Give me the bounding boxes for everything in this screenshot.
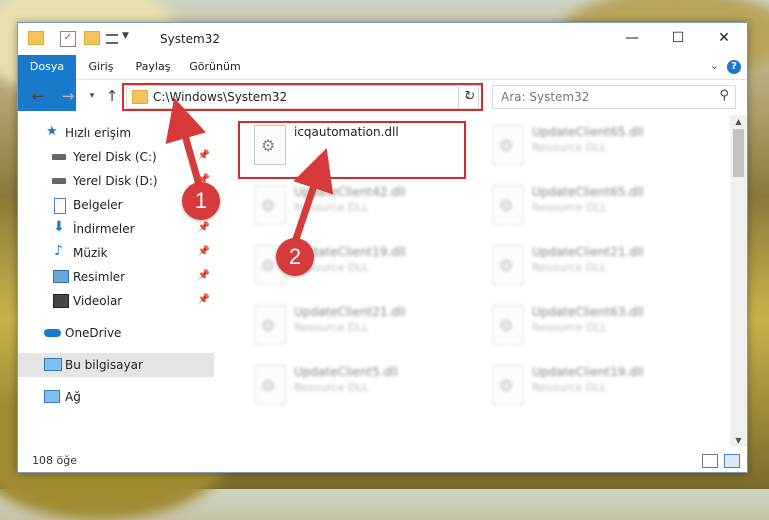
sidebar-item-videos[interactable]: Videolar 📌 <box>18 289 214 313</box>
item-count: 108 öğe <box>32 454 77 467</box>
drive-icon <box>52 178 66 184</box>
file-item[interactable]: UpdateClient42.dll Resource DLL <box>246 181 476 237</box>
chevron-down-icon[interactable]: ▼ <box>122 31 136 45</box>
file-item[interactable]: UpdateClient5.dll Resource DLL <box>246 361 476 417</box>
pin-icon[interactable]: 📌 <box>198 150 210 161</box>
dll-file-icon <box>254 305 286 345</box>
documents-icon <box>54 198 66 214</box>
forward-button[interactable]: → <box>58 86 78 106</box>
pin-icon[interactable]: 📌 <box>198 222 210 233</box>
search-input[interactable]: Ara: System32 ⚲ <box>492 85 736 109</box>
large-icons-view-icon[interactable] <box>724 454 740 468</box>
download-icon: ⬇ <box>53 219 65 235</box>
title-bar: ✓ ▼ System32 — ☐ ✕ <box>18 23 747 55</box>
dll-file-icon <box>492 245 524 285</box>
search-icon: ⚲ <box>719 88 729 103</box>
file-item[interactable]: UpdateClient21.dll Resource DLL <box>484 241 714 297</box>
file-item[interactable]: UpdateClient19.dll Resource DLL <box>484 361 714 417</box>
close-button[interactable]: ✕ <box>701 23 747 53</box>
tab-gorunum[interactable]: Görünüm <box>186 55 244 79</box>
tab-giris[interactable]: Giriş <box>82 55 120 79</box>
file-highlight-box <box>238 121 466 179</box>
dll-file-icon <box>254 185 286 225</box>
music-icon: ♪ <box>54 243 63 259</box>
dll-file-icon <box>492 185 524 225</box>
file-item[interactable]: UpdateClient65.dll Resource DLL <box>484 181 714 237</box>
address-highlight-box <box>122 83 483 111</box>
scroll-down-icon[interactable]: ▼ <box>730 436 747 445</box>
new-folder-icon[interactable] <box>84 31 100 45</box>
file-item[interactable]: UpdateClient21.dll Resource DLL <box>246 301 476 357</box>
properties-icon[interactable]: ✓ <box>60 31 76 47</box>
scrollbar-thumb[interactable] <box>733 129 744 177</box>
file-list: icqautomation.dll UpdateClient42.dll Res… <box>228 115 733 447</box>
pin-icon[interactable]: 📌 <box>198 294 210 305</box>
explorer-window: ✓ ▼ System32 — ☐ ✕ Dosya Giriş Paylaş Gö… <box>17 22 748 473</box>
network-icon <box>44 390 60 403</box>
pin-icon[interactable]: 📌 <box>198 246 210 257</box>
tab-paylas[interactable]: Paylaş <box>130 55 176 79</box>
dll-file-icon <box>492 125 524 165</box>
step-1-badge: 1 <box>182 182 220 220</box>
drive-icon <box>52 154 66 160</box>
help-icon[interactable]: ? <box>727 60 741 74</box>
computer-icon <box>44 358 62 371</box>
sidebar-item-onedrive[interactable]: OneDrive <box>18 321 214 345</box>
pin-icon[interactable]: 📌 <box>198 270 210 281</box>
dll-file-icon <box>254 365 286 405</box>
sidebar-item-disk-c[interactable]: Yerel Disk (C:) 📌 <box>18 145 214 169</box>
videos-icon <box>53 294 69 308</box>
sidebar-item-network[interactable]: Ağ <box>18 385 214 409</box>
sidebar-item-pictures[interactable]: Resimler 📌 <box>18 265 214 289</box>
pictures-icon <box>53 270 69 283</box>
search-placeholder: Ara: System32 <box>501 90 590 104</box>
status-bar: 108 öğe <box>18 448 747 472</box>
customize-toolbar-icon[interactable] <box>106 34 118 44</box>
navigation-pane: ★ Hızlı erişim Yerel Disk (C:) 📌 Yerel D… <box>18 115 214 445</box>
file-item[interactable]: UpdateClient63.dll Resource DLL <box>484 301 714 357</box>
sidebar-item-quick-access[interactable]: ★ Hızlı erişim <box>18 121 214 145</box>
folder-icon <box>28 31 44 45</box>
dll-file-icon <box>492 305 524 345</box>
star-icon: ★ <box>46 124 58 139</box>
minimize-button[interactable]: — <box>609 23 655 53</box>
vertical-scrollbar[interactable]: ▲ ▼ <box>730 115 747 447</box>
scroll-up-icon[interactable]: ▲ <box>730 117 747 126</box>
details-view-icon[interactable] <box>702 454 718 468</box>
ribbon-expand-icon[interactable]: ⌄ <box>710 59 719 72</box>
recent-locations-icon[interactable]: ▾ <box>82 86 102 106</box>
navigation-bar: ← → ▾ ↑ C:\Windows\System32 ⌄ ↻ Ara: Sys… <box>18 80 747 112</box>
sidebar-item-this-pc[interactable]: Bu bilgisayar <box>18 353 214 377</box>
up-button[interactable]: ↑ <box>102 86 122 106</box>
ribbon: Dosya Giriş Paylaş Görünüm ⌄ ? <box>18 55 747 111</box>
file-item[interactable]: UpdateClient65.dll Resource DLL <box>484 121 714 177</box>
sidebar-item-downloads[interactable]: ⬇ İndirmeler 📌 <box>18 217 214 241</box>
sidebar-item-music[interactable]: ♪ Müzik 📌 <box>18 241 214 265</box>
back-button[interactable]: ← <box>28 86 48 106</box>
maximize-button[interactable]: ☐ <box>655 23 701 53</box>
step-2-badge: 2 <box>276 238 314 276</box>
onedrive-icon <box>44 329 61 337</box>
window-title: System32 <box>160 32 221 46</box>
dll-file-icon <box>492 365 524 405</box>
